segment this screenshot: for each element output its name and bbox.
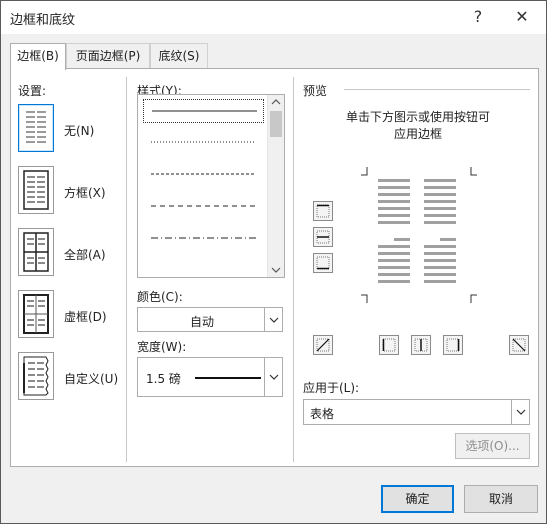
color-dropdown[interactable]: 自动 — [137, 307, 283, 332]
width-value: 1.5 磅 — [146, 372, 181, 386]
column-divider-left — [126, 77, 127, 462]
dialog-title: 边框和底纹 — [10, 13, 76, 28]
chevron-down-icon — [511, 400, 529, 424]
line-style-dash[interactable] — [143, 195, 264, 219]
setting-custom-icon — [23, 356, 49, 396]
diagonal-up-border-button[interactable] — [313, 335, 333, 355]
setting-box-icon — [23, 170, 49, 210]
line-style-scrollbar[interactable] — [267, 95, 284, 277]
width-dropdown[interactable]: 1.5 磅 — [137, 357, 283, 397]
setting-none-option[interactable] — [18, 104, 54, 152]
preview-instruction-2: 应用边框 — [393, 127, 442, 141]
line-style-dotted[interactable] — [143, 131, 264, 155]
border-bottom-icon — [316, 256, 330, 270]
inside-vertical-border-button[interactable] — [411, 335, 431, 355]
tab-borders[interactable]: 边框(B) — [10, 43, 66, 70]
border-inside-vertical-icon — [414, 338, 428, 352]
setting-custom-option[interactable] — [18, 352, 54, 400]
bottom-border-button[interactable] — [313, 253, 333, 273]
ok-button[interactable]: 确定 — [381, 485, 454, 513]
tab-shading[interactable]: 底纹(S) — [150, 43, 208, 68]
scroll-down-icon — [271, 267, 281, 273]
help-button[interactable]: ? — [468, 7, 488, 26]
border-diagonal-down-icon — [512, 338, 526, 352]
apply-to-heading: 应用于(L): — [303, 381, 360, 395]
close-button[interactable]: ✕ — [512, 7, 532, 26]
line-style-small-dash[interactable] — [143, 163, 264, 187]
top-border-button[interactable] — [313, 201, 333, 221]
line-style-dash-dot[interactable] — [143, 227, 264, 251]
preview-instruction-1: 单击下方图示或使用按钮可 — [345, 110, 490, 124]
border-diagonal-up-icon — [316, 338, 330, 352]
chevron-down-icon — [264, 308, 282, 331]
settings-heading: 设置: — [18, 84, 47, 98]
column-divider-right — [293, 77, 294, 462]
scroll-thumb — [270, 111, 282, 137]
title-bar: 边框和底纹 ? ✕ — [1, 1, 546, 34]
borders-panel: 设置: 无(N) 方框(X) 全部(A) 虚框(D) 自定义(U) 样式(Y):… — [10, 68, 539, 467]
preview-heading: 预览 — [303, 84, 328, 98]
scroll-up-icon — [271, 99, 281, 105]
tab-page-border[interactable]: 页面边框(P) — [66, 43, 150, 68]
setting-all-icon — [23, 232, 49, 272]
right-border-button[interactable] — [443, 335, 463, 355]
setting-grid-option[interactable] — [18, 290, 54, 338]
apply-to-dropdown[interactable]: 表格 — [303, 399, 530, 425]
setting-custom-label: 自定义(U) — [64, 372, 119, 386]
setting-none-label: 无(N) — [64, 124, 95, 138]
options-button[interactable]: 选项(O)... — [455, 433, 530, 459]
diagonal-down-border-button[interactable] — [509, 335, 529, 355]
border-inside-horizontal-icon — [316, 230, 330, 244]
cancel-button[interactable]: 取消 — [464, 485, 538, 513]
setting-all-option[interactable] — [18, 228, 54, 276]
width-heading: 宽度(W): — [137, 340, 187, 354]
color-value: 自动 — [189, 315, 214, 329]
apply-to-value: 表格 — [310, 407, 335, 421]
borders-shading-dialog: 边框和底纹 ? ✕ 边框(B) 页面边框(P) 底纹(S) 设置: 无(N) 方… — [0, 0, 547, 524]
line-style-solid[interactable] — [143, 99, 264, 123]
line-style-list[interactable] — [137, 94, 285, 278]
border-top-icon — [316, 204, 330, 218]
border-left-icon — [382, 338, 396, 352]
setting-all-label: 全部(A) — [64, 248, 106, 262]
setting-box-option[interactable] — [18, 166, 54, 214]
inside-horizontal-border-button[interactable] — [313, 227, 333, 247]
left-border-button[interactable] — [379, 335, 399, 355]
preview-heading-rule — [344, 89, 530, 90]
setting-box-label: 方框(X) — [64, 186, 106, 200]
border-preview-area[interactable] — [361, 167, 481, 303]
setting-grid-label: 虚框(D) — [64, 310, 107, 324]
setting-none-icon — [26, 111, 46, 143]
color-heading: 颜色(C): — [137, 290, 183, 304]
setting-grid-icon — [23, 294, 49, 334]
width-line-sample — [195, 377, 261, 379]
chevron-down-icon — [264, 358, 282, 396]
border-right-icon — [446, 338, 460, 352]
